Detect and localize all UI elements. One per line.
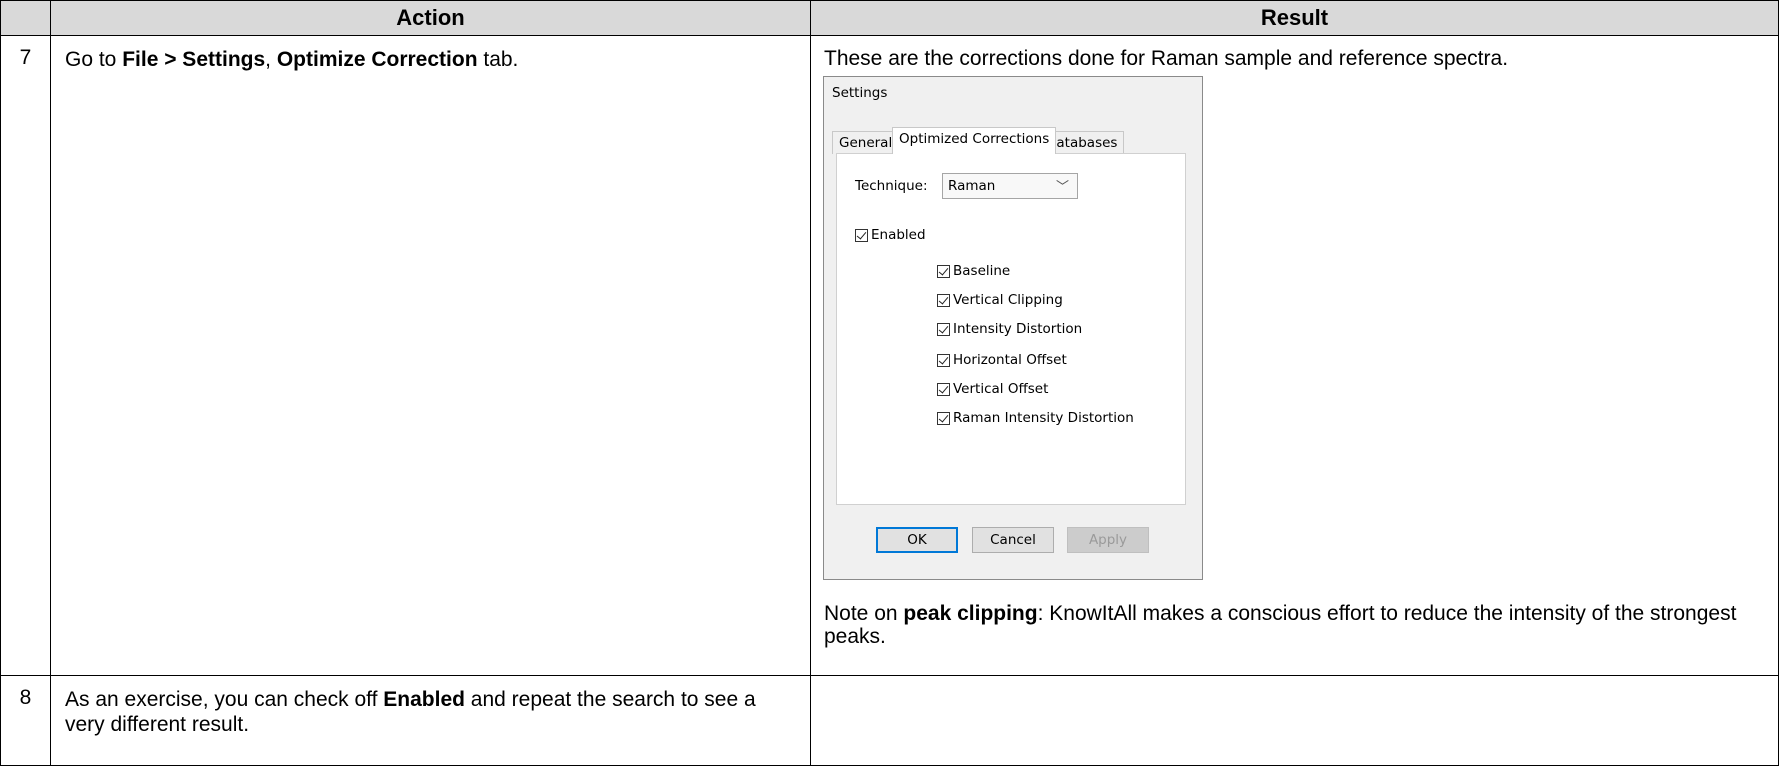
vertical-offset-checkbox[interactable]: Vertical Offset — [937, 380, 1048, 398]
action-text: As an exercise, you can check off — [65, 688, 384, 711]
result-cell — [810, 675, 1779, 766]
technique-select[interactable]: Raman ﹀ — [942, 173, 1078, 199]
note-bold: peak clipping — [903, 602, 1038, 625]
tab-optimized-corrections[interactable]: Optimized Corrections — [892, 127, 1057, 154]
action-cell: As an exercise, you can check off Enable… — [50, 675, 811, 766]
tab-general[interactable]: General — [832, 131, 900, 154]
step-number: 8 — [0, 675, 51, 766]
checkbox-label: Intensity Distortion — [953, 321, 1083, 337]
checkbox-label: Vertical Offset — [953, 381, 1049, 397]
checkmark-icon — [855, 228, 868, 242]
vertical-clipping-checkbox[interactable]: Vertical Clipping — [937, 291, 1063, 309]
checkmark-icon — [937, 382, 950, 396]
header-action: Action — [50, 0, 811, 36]
checkbox-label: Enabled — [871, 227, 926, 243]
action-bold: File > Settings — [122, 48, 266, 71]
result-cell: These are the corrections done for Raman… — [810, 35, 1779, 676]
cancel-button[interactable]: Cancel — [972, 527, 1054, 553]
checkmark-icon — [937, 322, 950, 336]
apply-button[interactable]: Apply — [1067, 527, 1149, 553]
action-cell: Go to File > Settings, Optimize Correcti… — [50, 35, 811, 676]
checkmark-icon — [937, 411, 950, 425]
checkmark-icon — [937, 264, 950, 278]
checkbox-label: Horizontal Offset — [953, 352, 1067, 368]
ok-button[interactable]: OK — [876, 527, 958, 553]
horizontal-offset-checkbox[interactable]: Horizontal Offset — [937, 351, 1067, 369]
header-result: Result — [810, 0, 1779, 36]
action-text: tab. — [477, 48, 519, 71]
settings-dialog: Settings General Optimized Corrections D… — [823, 76, 1203, 580]
table-row: 7 Go to File > Settings, Optimize Correc… — [0, 35, 1779, 676]
technique-label: Technique: — [855, 178, 928, 194]
action-bold: Enabled — [383, 688, 465, 711]
peak-clipping-note: Note on peak clipping: KnowItAll makes a… — [824, 602, 1768, 648]
action-text: , — [265, 48, 277, 71]
enabled-checkbox[interactable]: Enabled — [855, 226, 926, 244]
intensity-distortion-checkbox[interactable]: Intensity Distortion — [937, 320, 1082, 338]
dialog-title: Settings — [832, 85, 888, 101]
chevron-down-icon: ﹀ — [1055, 180, 1069, 195]
result-intro: These are the corrections done for Raman… — [824, 47, 1509, 70]
raman-intensity-distortion-checkbox[interactable]: Raman Intensity Distortion — [937, 409, 1134, 427]
instruction-table: Action Result 7 Go to File > Settings, O… — [0, 0, 1779, 766]
checkmark-icon — [937, 353, 950, 367]
action-bold: Optimize Correction — [276, 48, 478, 71]
baseline-checkbox[interactable]: Baseline — [937, 262, 1010, 280]
tab-panel: Technique: Raman ﹀ Enabled Baseline Vert… — [836, 153, 1186, 505]
checkbox-label: Raman Intensity Distortion — [953, 410, 1134, 426]
checkmark-icon — [937, 293, 950, 307]
header-number — [0, 0, 51, 36]
technique-value: Raman — [948, 178, 996, 194]
header-row: Action Result — [0, 0, 1779, 36]
note-text: Note on — [824, 602, 904, 625]
action-text: Go to — [65, 48, 123, 71]
checkbox-label: Vertical Clipping — [953, 292, 1063, 308]
table-row: 8 As an exercise, you can check off Enab… — [0, 675, 1779, 766]
checkbox-label: Baseline — [953, 263, 1011, 279]
step-number: 7 — [0, 35, 51, 676]
